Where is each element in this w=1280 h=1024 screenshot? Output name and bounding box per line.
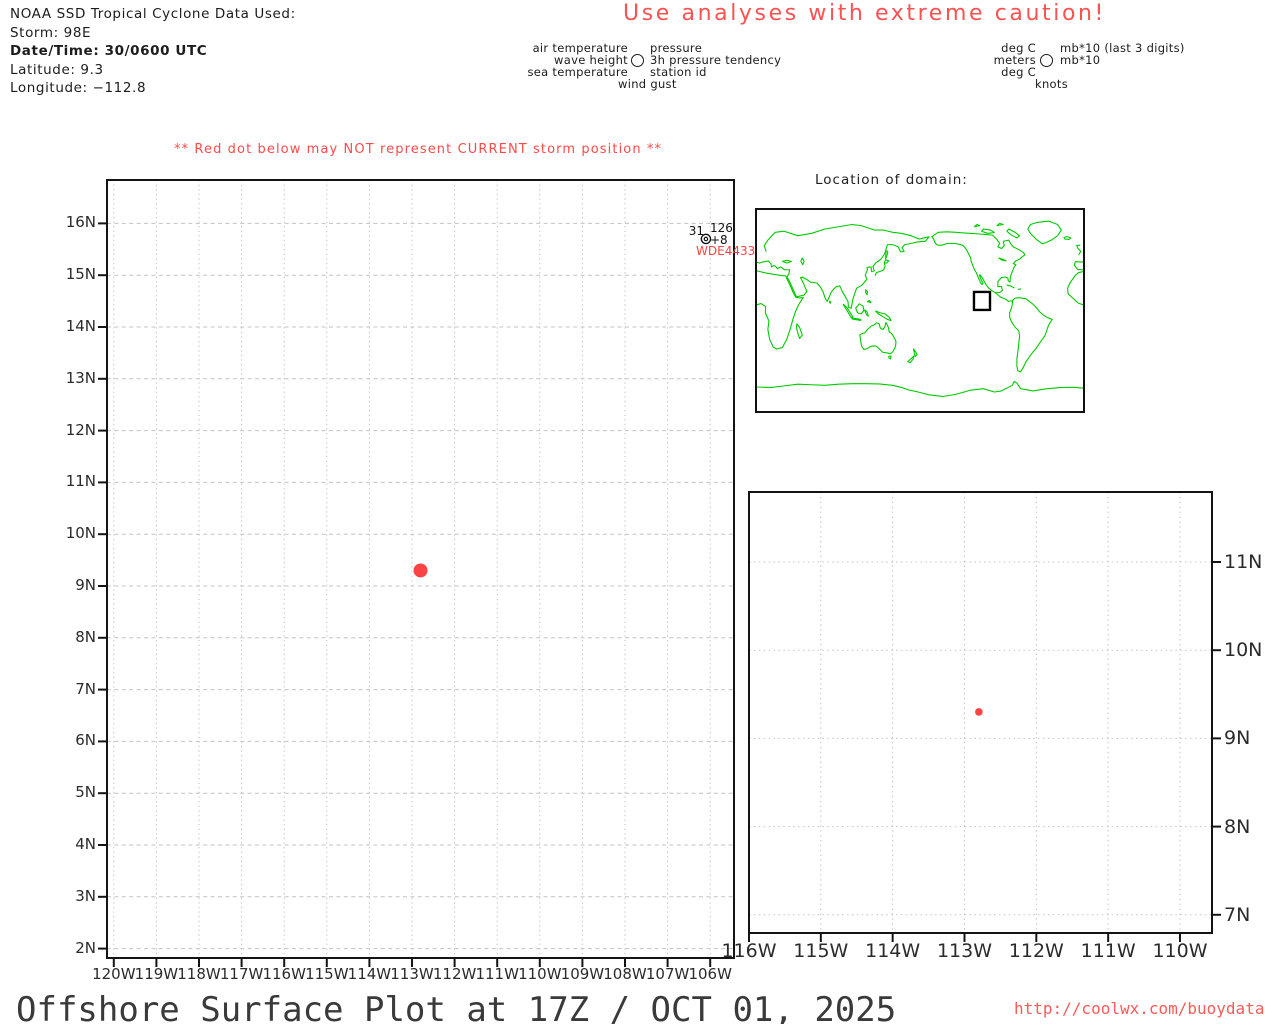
- coastline-greatlakes: [999, 258, 1006, 261]
- coastline-arctic-3: [997, 223, 1003, 225]
- coastline-antarctica: [757, 381, 1083, 396]
- coastline-iceland: [1064, 236, 1071, 239]
- y-tick-label: 9N: [75, 576, 96, 594]
- storm-id-line: Storm: 98E: [10, 24, 92, 41]
- latitude-line: Latitude: 9.3: [10, 61, 104, 78]
- coastline-northamerica-east: [932, 232, 1025, 293]
- zoom-plot: [748, 491, 1221, 942]
- coastline-sakhalin: [886, 251, 888, 259]
- page-title: Offshore Surface Plot at 17Z / OCT 01, 2…: [16, 990, 897, 1024]
- coastline-caspian: [801, 258, 804, 265]
- coastline-africa-west: [1068, 272, 1083, 305]
- units-legend-bottom: knots: [1035, 77, 1068, 91]
- y-tick-label: 10N: [1224, 639, 1263, 662]
- caution-headline: Use analyses with extreme caution!: [623, 1, 1106, 26]
- y-tick-label: 7N: [1224, 903, 1251, 926]
- coastline-arctic-1: [1007, 229, 1020, 238]
- coastline-uk: [1077, 245, 1081, 254]
- x-tick-label: 106W: [688, 965, 732, 983]
- source-url-link[interactable]: http://coolwx.com/buoydata: [1014, 999, 1264, 1018]
- world-map-svg: [757, 210, 1083, 411]
- y-tick-label: 11N: [65, 472, 96, 491]
- units-legend-left-3: deg C: [1001, 65, 1036, 79]
- coastline-philippines-1: [866, 290, 868, 295]
- x-tick-label: 112W: [1008, 940, 1064, 962]
- y-tick-label: 5N: [75, 783, 96, 802]
- x-tick-label: 111W: [1080, 940, 1136, 962]
- y-tick-label: 8N: [75, 627, 96, 646]
- coastline-australia: [860, 322, 896, 353]
- station-id-label: WDE4433: [696, 244, 756, 258]
- datetime-line: Date/Time: 30/0600 UTC: [10, 43, 208, 60]
- y-tick-label: 10N: [65, 524, 96, 543]
- coastline-nz-north: [913, 349, 917, 357]
- station-air-temperature: 31: [688, 224, 704, 238]
- coastline-madagascar: [796, 324, 802, 339]
- y-tick-label: 14N: [65, 317, 96, 335]
- domain-box: [974, 292, 990, 310]
- coastline-arctic-2: [982, 229, 995, 233]
- coastline-borneo: [856, 304, 864, 314]
- station-marker-inner-circle: [703, 236, 709, 242]
- coastline-tasmania: [889, 356, 891, 359]
- coastline-philippines-2: [867, 300, 871, 302]
- x-tick-label: 114W: [865, 940, 921, 962]
- y-tick-label: 13N: [65, 368, 96, 387]
- coastline-nz-south: [908, 356, 914, 363]
- coastline-iberia: [1074, 262, 1083, 270]
- data-source-line: NOAA SSD Tropical Cyclone Data Used:: [10, 6, 296, 22]
- coastline-japan: [875, 264, 885, 276]
- storm-info-block: NOAA SSD Tropical Cyclone Data Used: Sto…: [10, 5, 296, 98]
- coastline-cuba: [1007, 285, 1014, 288]
- station-model-circle-icon: [631, 54, 644, 67]
- x-tick-label: 110W: [1152, 940, 1208, 962]
- y-tick-label: 7N: [75, 679, 96, 698]
- y-tick-label: 12N: [65, 420, 96, 439]
- x-tick-label: 116W: [721, 940, 777, 962]
- units-model-circle-icon: [1040, 54, 1053, 67]
- coastline-arctic-4: [974, 225, 979, 227]
- y-tick-label: 9N: [1224, 727, 1251, 750]
- main-plot: [98, 179, 735, 967]
- coastline-blacksea: [782, 260, 791, 263]
- coastline-hokkaido: [884, 260, 889, 263]
- station-legend-bottom: wind gust: [618, 77, 677, 91]
- offshore-surface-plot-page: NOAA SSD Tropical Cyclone Data Used: Sto…: [0, 0, 1280, 1024]
- y-tick-label: 15N: [65, 265, 96, 284]
- y-tick-label: 11N: [1224, 551, 1263, 573]
- x-tick-label: 113W: [936, 940, 993, 962]
- coastline-java: [852, 318, 861, 320]
- storm-position-dot-zoom: [975, 708, 983, 716]
- y-tick-label: 6N: [75, 731, 96, 750]
- coastline-srilanka: [829, 301, 830, 303]
- storm-position-dot: [413, 563, 428, 578]
- coastline-eurasia: [757, 225, 929, 309]
- coastline-africa: [757, 271, 803, 349]
- y-tick-label: 4N: [75, 835, 96, 853]
- station-legend-left-3: sea temperature: [527, 65, 628, 79]
- domain-map-title: Location of domain:: [815, 172, 968, 188]
- y-tick-label: 16N: [65, 213, 96, 232]
- x-tick-label: 115W: [793, 940, 849, 962]
- coastline-sulawesi: [865, 310, 869, 316]
- y-tick-label: 2N: [75, 938, 96, 957]
- y-tick-label: 8N: [1224, 815, 1251, 838]
- y-tick-label: 3N: [75, 886, 96, 905]
- coastline-southamerica: [1010, 298, 1053, 372]
- world-map-frame: [755, 208, 1085, 413]
- storm-position-warning: ** Red dot below may NOT represent CURRE…: [174, 142, 663, 157]
- coastline-newguinea: [876, 311, 891, 320]
- coastline-greenland: [1028, 221, 1062, 244]
- units-legend-right-2: mb*10: [1060, 53, 1101, 67]
- longitude-line: Longitude: −112.8: [10, 80, 147, 97]
